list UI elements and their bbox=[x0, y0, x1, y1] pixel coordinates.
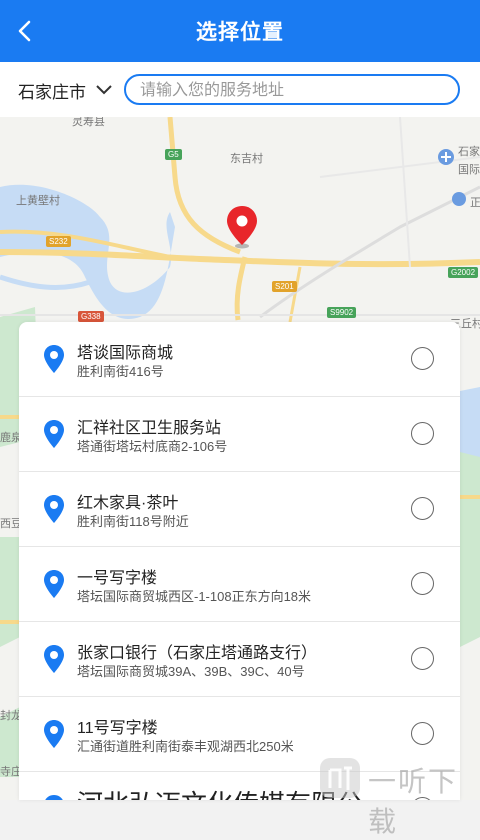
search-box[interactable] bbox=[124, 74, 460, 105]
road-tag: G5 bbox=[165, 149, 182, 160]
page-title: 选择位置 bbox=[196, 21, 284, 44]
place-name: 张家口银行（石家庄塔通路支行） bbox=[77, 645, 318, 662]
top-bar: 选择位置 bbox=[0, 0, 480, 62]
place-address: 胜利南街118号附近 bbox=[77, 514, 189, 529]
location-pin-icon bbox=[44, 570, 64, 598]
select-radio[interactable] bbox=[411, 647, 434, 670]
place-name: 汇祥社区卫生服务站 bbox=[77, 420, 222, 437]
map-label: 东吉村 bbox=[230, 153, 263, 165]
place-name: 一号写字楼 bbox=[77, 570, 158, 587]
road-tag: G2002 bbox=[448, 267, 479, 278]
list-item[interactable]: 塔谈国际商城 胜利南街416号 bbox=[19, 322, 460, 397]
chevron-down-icon[interactable] bbox=[95, 84, 113, 96]
watermark: 一听下载 bbox=[318, 756, 480, 837]
select-radio[interactable] bbox=[411, 572, 434, 595]
select-radio[interactable] bbox=[411, 722, 434, 745]
place-address: 塔坛国际商贸城39A、39B、39C、40号 bbox=[77, 664, 305, 679]
map-label: 国际 bbox=[458, 164, 480, 176]
location-pin-icon bbox=[44, 420, 64, 448]
road-tag: S201 bbox=[272, 281, 297, 292]
map-label: 上黄壁村 bbox=[16, 195, 60, 207]
map-label: 石家 bbox=[458, 146, 480, 158]
search-input[interactable] bbox=[138, 76, 442, 105]
place-name: 红木家具·茶叶 bbox=[77, 495, 179, 512]
list-item[interactable]: 张家口银行（石家庄塔通路支行） 塔坛国际商贸城39A、39B、39C、40号 bbox=[19, 622, 460, 697]
location-pin-icon bbox=[44, 495, 64, 523]
place-list: 塔谈国际商城 胜利南街416号 汇祥社区卫生服务站 塔通街塔坛村底商2-106号… bbox=[19, 322, 460, 800]
place-address: 塔通街塔坛村底商2-106号 bbox=[77, 439, 228, 454]
location-pin-icon bbox=[227, 206, 257, 249]
watermark-logo-icon bbox=[320, 758, 360, 798]
select-radio[interactable] bbox=[411, 497, 434, 520]
place-address: 胜利南街416号 bbox=[77, 364, 164, 379]
city-selector[interactable]: 石家庄市 bbox=[18, 78, 86, 103]
watermark-text: 一听下载 bbox=[368, 766, 459, 837]
list-item[interactable]: 一号写字楼 塔坛国际商贸城西区-1-108正东方向18米 bbox=[19, 547, 460, 622]
select-radio[interactable] bbox=[411, 422, 434, 445]
search-row: 石家庄市 bbox=[0, 62, 480, 117]
location-pin-icon bbox=[45, 795, 63, 800]
map-label: 灵寿县 bbox=[72, 117, 105, 128]
place-name: 塔谈国际商城 bbox=[77, 345, 174, 362]
location-pin-icon bbox=[44, 345, 64, 373]
road-tag: S232 bbox=[46, 236, 71, 247]
select-radio[interactable] bbox=[411, 347, 434, 370]
location-pin-icon bbox=[44, 645, 64, 673]
place-address: 塔坛国际商贸城西区-1-108正东方向18米 bbox=[77, 589, 312, 604]
road-tag: S9902 bbox=[327, 307, 357, 318]
list-item[interactable]: 红木家具·茶叶 胜利南街118号附近 bbox=[19, 472, 460, 547]
list-item[interactable]: 汇祥社区卫生服务站 塔通街塔坛村底商2-106号 bbox=[19, 397, 460, 472]
place-address: 汇通街道胜利南街泰丰观湖西北250米 bbox=[77, 739, 294, 754]
location-pin-icon bbox=[44, 720, 64, 748]
map-label: 正 bbox=[470, 197, 480, 209]
place-name: 11号写字楼 bbox=[77, 720, 158, 737]
road-tag: G338 bbox=[78, 311, 104, 322]
